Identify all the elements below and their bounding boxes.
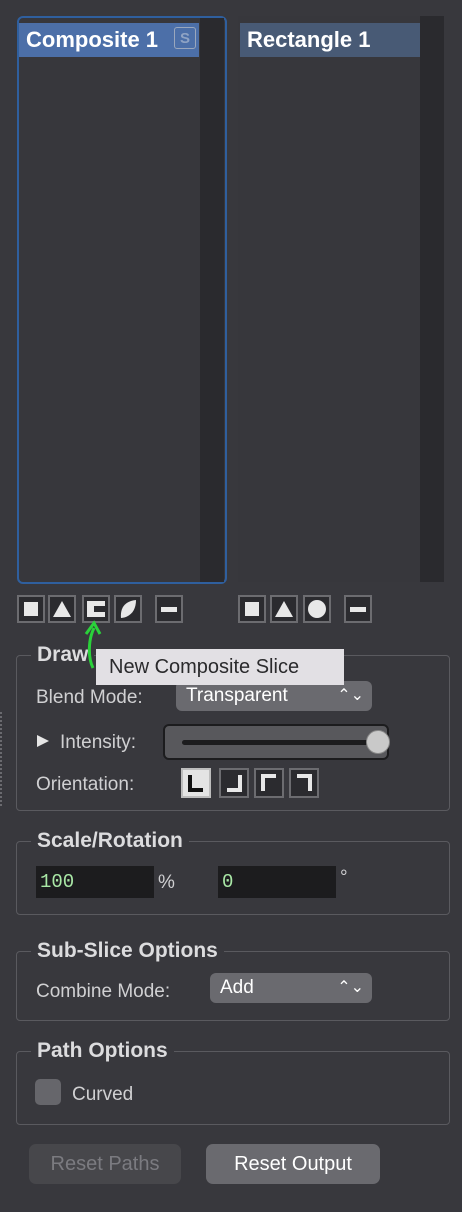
new-freeform-slice-button[interactable] — [114, 595, 142, 623]
scale-field[interactable]: 100 — [36, 866, 154, 898]
corner-top-left-icon — [261, 774, 276, 791]
orientation-top-right-button[interactable] — [289, 768, 319, 798]
updown-chevron-icon: ⌃⌄ — [337, 687, 364, 704]
rotation-field[interactable]: 0 — [218, 866, 336, 898]
new-rectangle-slice-button[interactable] — [17, 595, 45, 623]
combine-mode-value: Add — [220, 977, 254, 998]
combine-mode-label: Combine Mode: — [36, 981, 171, 1002]
delete-shape-button[interactable] — [344, 595, 372, 623]
reset-paths-button[interactable]: Reset Paths — [29, 1144, 181, 1184]
disclosure-triangle-icon[interactable] — [36, 734, 50, 748]
composite-icon — [87, 601, 105, 617]
orientation-bottom-right-button[interactable] — [219, 768, 249, 798]
solo-badge[interactable]: S — [174, 27, 196, 49]
corner-top-right-icon — [297, 774, 312, 791]
blend-mode-select[interactable]: Transparent ⌃⌄ — [176, 681, 372, 711]
square-icon — [24, 602, 38, 616]
triangle-icon — [53, 601, 71, 617]
new-triangle-shape-button[interactable] — [270, 595, 298, 623]
new-composite-slice-button[interactable] — [82, 595, 110, 623]
resize-grip[interactable] — [0, 712, 5, 806]
minus-icon — [350, 606, 366, 612]
new-triangle-slice-button[interactable] — [48, 595, 76, 623]
blend-mode-label: Blend Mode: — [36, 687, 143, 708]
square-icon — [245, 602, 259, 616]
intensity-label: Intensity: — [60, 732, 137, 753]
updown-chevron-icon: ⌃⌄ — [337, 979, 364, 996]
rectangle-list-item-label: Rectangle 1 — [247, 27, 371, 52]
leaf-icon — [120, 600, 136, 618]
corner-bottom-right-icon — [227, 775, 242, 792]
scale-rotation-title: Scale/Rotation — [31, 827, 189, 855]
composite-list-scrollbar[interactable] — [200, 18, 224, 582]
minus-icon — [161, 606, 177, 612]
tooltip: New Composite Slice — [96, 649, 344, 685]
composite-list[interactable] — [17, 16, 227, 584]
new-circle-shape-button[interactable] — [303, 595, 331, 623]
combine-mode-select[interactable]: Add ⌃⌄ — [210, 973, 372, 1003]
rotation-unit: ° — [340, 867, 348, 888]
intensity-slider-track[interactable] — [182, 740, 378, 745]
path-options-title: Path Options — [31, 1037, 174, 1065]
curved-label: Curved — [72, 1084, 134, 1105]
orientation-bottom-left-button[interactable] — [181, 768, 211, 798]
rectangle-list[interactable] — [238, 16, 444, 582]
rectangle-list-scrollbar[interactable] — [420, 16, 444, 582]
orientation-top-left-button[interactable] — [254, 768, 284, 798]
triangle-icon — [275, 601, 293, 617]
composite-list-item[interactable]: Composite 1 — [19, 23, 199, 57]
blend-mode-value: Transparent — [186, 685, 288, 706]
sub-slice-title: Sub-Slice Options — [31, 937, 224, 965]
circle-icon — [308, 600, 326, 618]
intensity-slider-knob[interactable] — [366, 730, 390, 754]
composite-list-item-label: Composite 1 — [26, 27, 159, 52]
pointer-arrow-icon — [84, 620, 102, 669]
orientation-label: Orientation: — [36, 774, 135, 795]
corner-bottom-left-icon — [188, 775, 203, 792]
scale-unit: % — [158, 872, 175, 893]
delete-slice-button[interactable] — [155, 595, 183, 623]
new-rectangle-shape-button[interactable] — [238, 595, 266, 623]
reset-output-button[interactable]: Reset Output — [206, 1144, 380, 1184]
rectangle-list-item[interactable]: Rectangle 1 — [240, 23, 420, 57]
curved-checkbox[interactable] — [35, 1079, 61, 1105]
